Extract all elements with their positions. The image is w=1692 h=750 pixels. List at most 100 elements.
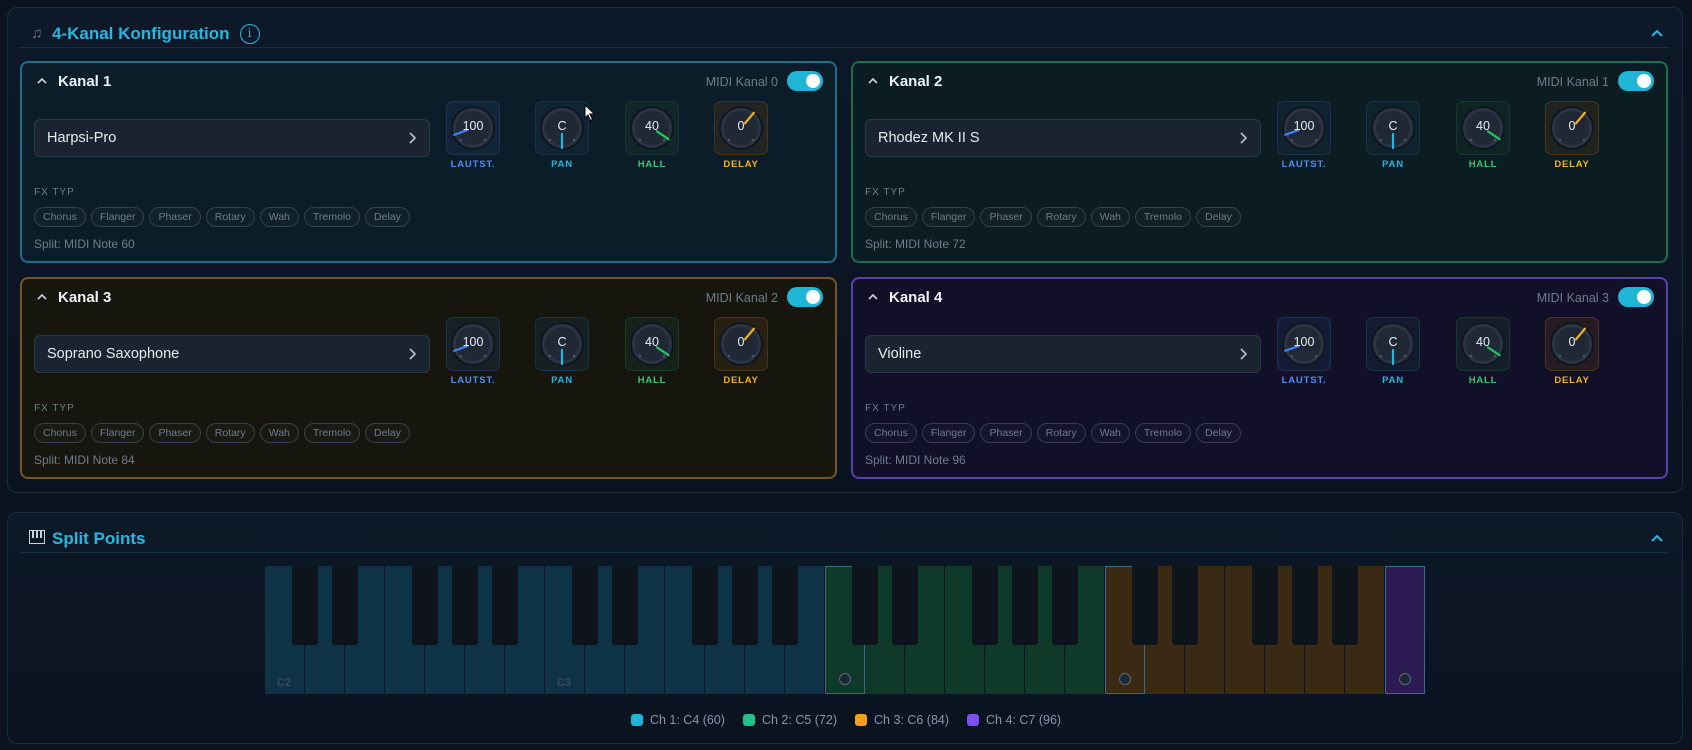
fx-type-button[interactable]: Delay: [1196, 423, 1241, 443]
fx-type-button[interactable]: Phaser: [149, 207, 201, 227]
piano-black-key[interactable]: [772, 566, 798, 645]
chevron-up-icon[interactable]: [36, 75, 48, 87]
collapse-icon[interactable]: [1650, 531, 1664, 545]
piano-black-key[interactable]: [1012, 566, 1038, 645]
hall-knob[interactable]: 40 HALL: [625, 101, 679, 171]
split-note-label: Split: MIDI Note 84: [34, 453, 135, 467]
instrument-name: Violine: [878, 346, 922, 362]
channel-enable-toggle[interactable]: [1618, 287, 1654, 307]
fx-type-button[interactable]: Phaser: [980, 207, 1032, 227]
split-note-label: Split: MIDI Note 60: [34, 237, 135, 251]
chevron-up-icon[interactable]: [36, 291, 48, 303]
piano-black-key[interactable]: [732, 566, 758, 645]
piano-black-key[interactable]: [972, 566, 998, 645]
chevron-up-icon[interactable]: [867, 75, 879, 87]
fx-type-label: FX TYP: [34, 403, 75, 414]
hall-knob[interactable]: 40 HALL: [1456, 317, 1510, 387]
piano-black-key[interactable]: [692, 566, 718, 645]
fx-type-button[interactable]: Chorus: [865, 423, 917, 443]
piano-black-key[interactable]: [1132, 566, 1158, 645]
fx-type-button[interactable]: Tremolo: [1134, 207, 1192, 227]
fx-type-button[interactable]: Phaser: [149, 423, 201, 443]
fx-type-button[interactable]: Delay: [365, 423, 410, 443]
fx-type-label: FX TYP: [34, 187, 75, 198]
knob-label: PAN: [1382, 375, 1404, 386]
channel-enable-toggle[interactable]: [1618, 71, 1654, 91]
knob-value: 0: [737, 335, 745, 349]
piano-black-key[interactable]: [1252, 566, 1278, 645]
channel-enable-toggle[interactable]: [787, 287, 823, 307]
fx-type-button[interactable]: Flanger: [90, 423, 145, 443]
hall-knob[interactable]: 40 HALL: [625, 317, 679, 387]
pan-knob[interactable]: C PAN: [1366, 101, 1420, 171]
hall-knob[interactable]: 40 HALL: [1456, 101, 1510, 171]
piano-black-key[interactable]: [1292, 566, 1318, 645]
fx-type-button[interactable]: Tremolo: [303, 423, 361, 443]
midi-channel-label: MIDI Kanal 2: [705, 291, 778, 305]
fx-type-button[interactable]: Flanger: [90, 207, 145, 227]
instrument-selector[interactable]: Violine: [865, 335, 1261, 373]
chevron-up-icon[interactable]: [867, 291, 879, 303]
instrument-selector[interactable]: Harpsi-Pro: [34, 119, 430, 157]
knob-label: LAUTST.: [1281, 159, 1327, 170]
split-point-marker[interactable]: [839, 673, 851, 685]
fx-type-button[interactable]: Tremolo: [303, 207, 361, 227]
fx-type-button[interactable]: Rotary: [205, 207, 255, 227]
split-panel-header: Split Points: [20, 525, 1670, 553]
fx-type-group: Chorus Flanger Phaser Rotary Wah Tremolo Delay: [34, 423, 410, 443]
fx-type-button[interactable]: Delay: [1196, 207, 1241, 227]
piano-black-key[interactable]: [492, 566, 518, 645]
knob-label: DELAY: [723, 159, 759, 170]
piano-black-key[interactable]: [1172, 566, 1198, 645]
channel-enable-toggle[interactable]: [787, 71, 823, 91]
volume-knob[interactable]: 100 LAUTST.: [1277, 317, 1331, 387]
piano-black-key[interactable]: [452, 566, 478, 645]
info-icon[interactable]: i: [239, 23, 260, 44]
piano-keyboard[interactable]: C2 C3: [265, 566, 1425, 694]
fx-type-button[interactable]: Wah: [259, 423, 299, 443]
piano-black-key[interactable]: [412, 566, 438, 645]
volume-knob[interactable]: 100 LAUTST.: [446, 317, 500, 387]
fx-type-button[interactable]: Flanger: [921, 207, 976, 227]
knob-value: 100: [1293, 119, 1315, 133]
piano-black-key[interactable]: [1332, 566, 1358, 645]
fx-type-button[interactable]: Chorus: [34, 207, 86, 227]
fx-type-button[interactable]: Rotary: [205, 423, 255, 443]
instrument-selector[interactable]: Soprano Saxophone: [34, 335, 430, 373]
pan-knob[interactable]: C PAN: [535, 317, 589, 387]
fx-type-button[interactable]: Wah: [1090, 207, 1130, 227]
fx-type-button[interactable]: Flanger: [921, 423, 976, 443]
pan-knob[interactable]: C PAN: [1366, 317, 1420, 387]
delay-knob[interactable]: 0 DELAY: [714, 101, 768, 171]
piano-black-key[interactable]: [332, 566, 358, 645]
instrument-selector[interactable]: Rhodez MK II S: [865, 119, 1261, 157]
fx-type-button[interactable]: Chorus: [865, 207, 917, 227]
fx-type-button[interactable]: Tremolo: [1134, 423, 1192, 443]
volume-knob[interactable]: 100 LAUTST.: [446, 101, 500, 171]
collapse-icon[interactable]: [1650, 26, 1664, 40]
fx-type-button[interactable]: Rotary: [1036, 423, 1086, 443]
split-point-marker[interactable]: [1119, 673, 1131, 685]
chevron-right-icon: [409, 132, 417, 144]
knob-value: 0: [1568, 335, 1576, 349]
delay-knob[interactable]: 0 DELAY: [1545, 101, 1599, 171]
fx-type-button[interactable]: Rotary: [1036, 207, 1086, 227]
piano-black-key[interactable]: [852, 566, 878, 645]
piano-black-key[interactable]: [1052, 566, 1078, 645]
delay-knob[interactable]: 0 DELAY: [714, 317, 768, 387]
legend-label: Ch 3: C6 (84): [874, 713, 950, 727]
fx-type-button[interactable]: Phaser: [980, 423, 1032, 443]
fx-type-button[interactable]: Delay: [365, 207, 410, 227]
legend-label: Ch 1: C4 (60): [649, 713, 725, 727]
piano-black-key[interactable]: [292, 566, 318, 645]
fx-type-button[interactable]: Chorus: [34, 423, 86, 443]
fx-type-button[interactable]: Wah: [1090, 423, 1130, 443]
fx-type-button[interactable]: Wah: [259, 207, 299, 227]
piano-black-key[interactable]: [612, 566, 638, 645]
pan-knob[interactable]: C PAN: [535, 101, 589, 171]
piano-black-key[interactable]: [572, 566, 598, 645]
delay-knob[interactable]: 0 DELAY: [1545, 317, 1599, 387]
piano-black-key[interactable]: [892, 566, 918, 645]
volume-knob[interactable]: 100 LAUTST.: [1277, 101, 1331, 171]
split-point-marker[interactable]: [1399, 673, 1411, 685]
